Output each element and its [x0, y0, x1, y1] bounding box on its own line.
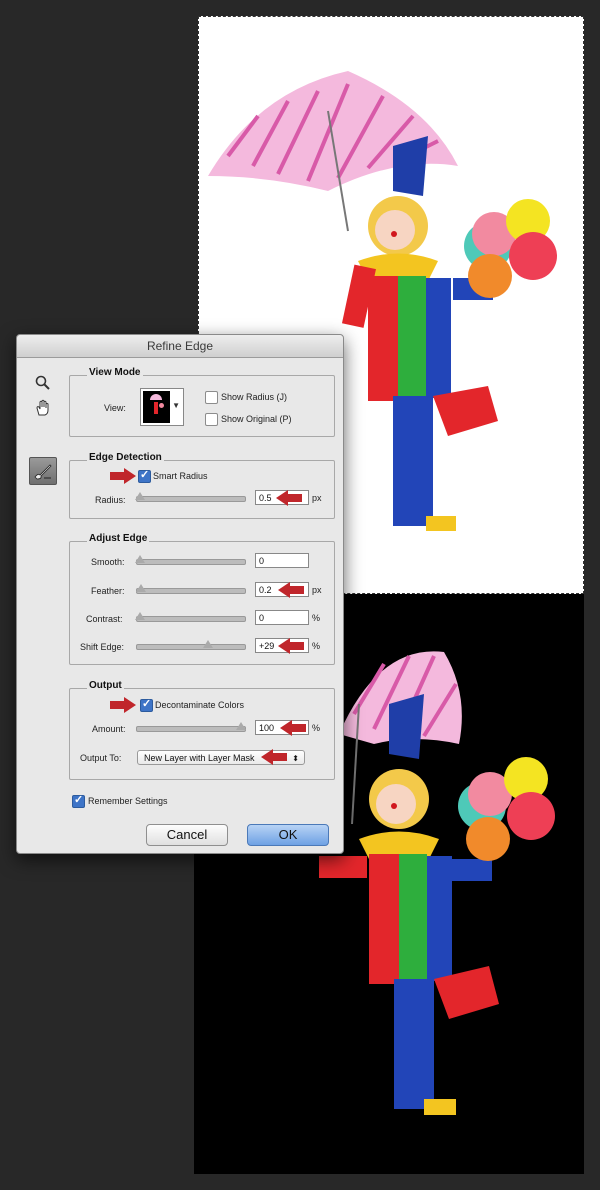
smart-radius-label: Smart Radius: [153, 471, 208, 481]
output-to-label: Output To:: [80, 753, 122, 763]
ok-button[interactable]: OK: [247, 824, 329, 846]
show-original-checkbox[interactable]: [205, 413, 218, 426]
dialog-title: Refine Edge: [17, 335, 343, 358]
refine-radius-brush-icon: [34, 464, 52, 480]
amount-slider[interactable]: [136, 722, 246, 732]
radius-label: Radius:: [95, 495, 126, 505]
cancel-button[interactable]: Cancel: [146, 824, 228, 846]
select-updown-icon: ⬍: [292, 754, 299, 763]
show-original-label: Show Original (P): [221, 414, 292, 424]
shift-edge-slider-thumb[interactable]: [203, 640, 213, 648]
shift-edge-label: Shift Edge:: [80, 642, 125, 652]
smooth-slider[interactable]: [135, 555, 246, 565]
feather-slider-thumb[interactable]: [136, 584, 146, 592]
refine-radius-tool-button[interactable]: [29, 457, 57, 485]
smart-radius-checkbox[interactable]: [138, 468, 151, 483]
remember-settings-checkbox[interactable]: [72, 793, 85, 808]
feather-label: Feather:: [91, 586, 125, 596]
feather-slider[interactable]: [136, 584, 246, 594]
decontaminate-colors-checkbox[interactable]: [140, 697, 153, 712]
amount-label: Amount:: [92, 724, 126, 734]
output-title: Output: [87, 680, 124, 691]
amount-slider-thumb[interactable]: [236, 722, 246, 730]
show-radius-label: Show Radius (J): [221, 392, 288, 402]
feather-unit: px: [312, 585, 322, 595]
remember-settings-label: Remember Settings: [88, 796, 168, 806]
red-arrow-icon: [110, 697, 136, 713]
contrast-input[interactable]: 0: [255, 610, 309, 625]
radius-unit: px: [312, 493, 322, 503]
red-arrow-icon: [276, 490, 302, 506]
output-to-value: New Layer with Layer Mask: [144, 753, 255, 763]
contrast-unit: %: [312, 613, 321, 623]
decontaminate-colors-label: Decontaminate Colors: [155, 700, 245, 710]
view-mode-selector[interactable]: ▼: [140, 388, 184, 426]
shift-edge-unit: %: [312, 641, 321, 651]
smooth-slider-thumb[interactable]: [135, 555, 145, 563]
view-mode-title: View Mode: [87, 367, 143, 378]
edge-detection-title: Edge Detection: [87, 452, 164, 463]
refine-edge-dialog: Refine Edge View Mode View: ▼ Show Radiu…: [16, 334, 344, 854]
red-arrow-icon: [278, 582, 304, 598]
red-arrow-icon: [261, 749, 287, 765]
smooth-input[interactable]: 0: [255, 553, 309, 568]
view-dropdown-chevron-icon: ▼: [172, 401, 180, 410]
radius-slider[interactable]: [135, 492, 246, 502]
adjust-edge-title: Adjust Edge: [87, 533, 150, 544]
contrast-slider[interactable]: [135, 612, 246, 622]
radius-slider-thumb[interactable]: [135, 492, 145, 500]
smooth-label: Smooth:: [91, 557, 125, 567]
hand-icon[interactable]: [35, 399, 51, 417]
zoom-icon[interactable]: [35, 375, 51, 391]
contrast-label: Contrast:: [86, 614, 123, 624]
shift-edge-slider[interactable]: [136, 640, 246, 650]
view-thumbnail: [143, 391, 170, 423]
view-label: View:: [104, 403, 126, 413]
amount-unit: %: [312, 723, 321, 733]
red-arrow-icon: [280, 720, 306, 736]
show-radius-checkbox[interactable]: [205, 391, 218, 404]
red-arrow-icon: [278, 638, 304, 654]
red-arrow-icon: [110, 468, 136, 484]
contrast-slider-thumb[interactable]: [135, 612, 145, 620]
